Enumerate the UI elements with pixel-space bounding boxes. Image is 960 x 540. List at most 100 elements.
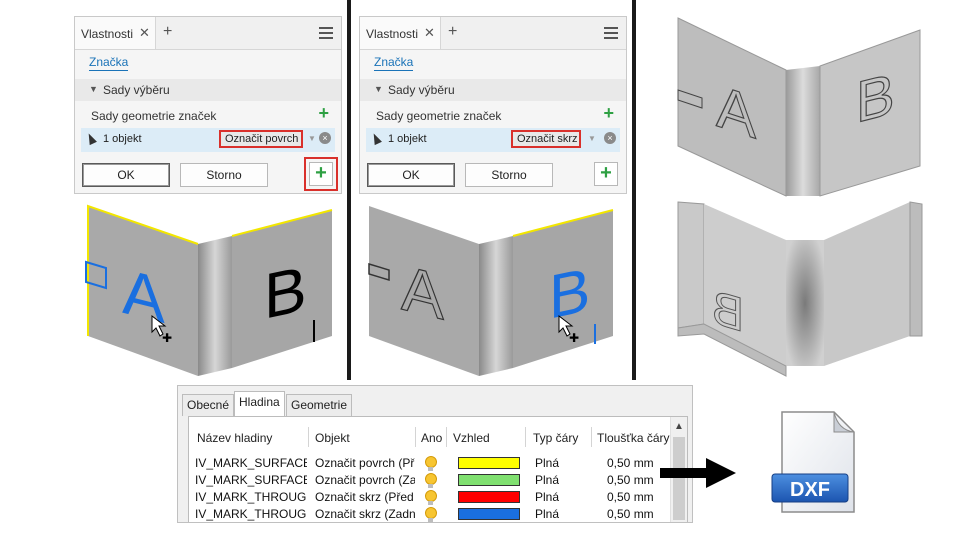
mark-link[interactable]: Značka bbox=[89, 55, 129, 71]
close-icon[interactable]: ✕ bbox=[139, 25, 150, 41]
selection-row[interactable]: 1 objekt Označit skrz ▼ × bbox=[366, 128, 620, 152]
add-tab-icon[interactable]: + bbox=[163, 23, 172, 41]
tab-geometry[interactable]: Geometrie bbox=[286, 394, 353, 416]
layer-linetype: Plná bbox=[535, 473, 560, 487]
add-cursor-icon: ✚ bbox=[162, 331, 172, 345]
mark-letter-b: B bbox=[712, 281, 744, 343]
add-cursor-icon: ✚ bbox=[569, 331, 579, 345]
collapse-arrow-icon[interactable]: ▼ bbox=[374, 84, 383, 94]
right-edge bbox=[909, 201, 923, 337]
bend-surface bbox=[479, 236, 513, 376]
collapse-arrow-icon[interactable]: ▼ bbox=[89, 84, 98, 94]
ok-button[interactable]: OK bbox=[82, 163, 170, 187]
layer-name: IV_MARK_THROUGH_ bbox=[195, 507, 307, 521]
layer-object: Označit skrz (Zadn bbox=[315, 507, 415, 521]
tab-layer[interactable]: Hladina bbox=[234, 391, 285, 417]
mark-type-dropdown[interactable]: Označit skrz bbox=[511, 130, 581, 148]
mark-type-dropdown[interactable]: Označit povrch bbox=[219, 130, 303, 148]
column-header-linetype[interactable]: Typ čáry bbox=[533, 431, 578, 445]
dxf-file-icon: DXF bbox=[771, 411, 855, 513]
column-header-object[interactable]: Objekt bbox=[315, 431, 350, 445]
mark-link[interactable]: Značka bbox=[374, 55, 414, 71]
column-header-layer-name[interactable]: Název hladiny bbox=[197, 431, 272, 445]
add-set-icon[interactable]: + bbox=[603, 103, 614, 124]
object-count: 1 objekt bbox=[103, 133, 142, 145]
column-separator bbox=[591, 427, 592, 447]
close-icon[interactable]: ✕ bbox=[424, 25, 435, 41]
table-row[interactable]: IV_MARK_THROUGH Označit skrz (Před Plná … bbox=[189, 489, 667, 506]
color-swatch[interactable] bbox=[458, 491, 520, 503]
ok-button[interactable]: OK bbox=[367, 163, 455, 187]
layer-name: IV_MARK_THROUGH bbox=[195, 490, 307, 504]
hamburger-menu-icon[interactable] bbox=[604, 27, 618, 39]
layer-dialog: Obecné Hladina Geometrie Název hladiny O… bbox=[177, 385, 693, 523]
column-header-on[interactable]: Ano bbox=[421, 431, 442, 445]
cancel-button[interactable]: Storno bbox=[465, 163, 553, 187]
divider bbox=[347, 0, 351, 380]
column-separator bbox=[446, 427, 447, 447]
column-separator bbox=[415, 427, 416, 447]
add-set-icon[interactable]: + bbox=[318, 103, 329, 124]
layer-thickness: 0,50 mm bbox=[607, 456, 654, 470]
layer-table: Název hladiny Objekt Ano Vzhled Typ čáry… bbox=[188, 416, 688, 522]
selection-row[interactable]: 1 objekt Označit povrch ▼ × bbox=[81, 128, 335, 152]
table-row[interactable]: IV_MARK_SURFACE_ Označit povrch (Za Plná… bbox=[189, 472, 667, 489]
hamburger-menu-icon[interactable] bbox=[319, 27, 333, 39]
result-view-front: A B bbox=[677, 17, 921, 197]
tab-properties[interactable]: Vlastnosti ✕ bbox=[360, 17, 441, 49]
layer-thickness: 0,50 mm bbox=[607, 473, 654, 487]
selection-sets-section[interactable]: ▼ Sady výběru bbox=[75, 79, 341, 101]
chevron-down-icon[interactable]: ▼ bbox=[588, 134, 596, 143]
clear-selection-icon[interactable]: × bbox=[604, 132, 616, 144]
select-cursor-icon bbox=[370, 131, 382, 146]
dxf-label: DXF bbox=[790, 479, 830, 501]
color-swatch[interactable] bbox=[458, 508, 520, 520]
clear-selection-icon[interactable]: × bbox=[319, 132, 331, 144]
model-view-through[interactable]: A B ✚ bbox=[365, 200, 627, 378]
cancel-button[interactable]: Storno bbox=[180, 163, 268, 187]
layer-object: Označit povrch (Př bbox=[315, 456, 415, 470]
object-count: 1 objekt bbox=[388, 133, 427, 145]
divider bbox=[632, 0, 636, 380]
mark-letter-a: A bbox=[401, 251, 444, 334]
layer-linetype: Plná bbox=[535, 507, 560, 521]
tab-properties[interactable]: Vlastnosti ✕ bbox=[75, 17, 156, 49]
dropdown-value: Označit povrch bbox=[225, 133, 299, 145]
column-header-thickness[interactable]: Tloušťka čáry bbox=[597, 431, 670, 445]
select-cursor-icon bbox=[85, 131, 97, 146]
lightbulb-icon[interactable] bbox=[425, 473, 437, 488]
layer-name: IV_MARK_SURFACE_ bbox=[195, 473, 307, 487]
table-row[interactable]: IV_MARK_THROUGH_ Označit skrz (Zadn Plná… bbox=[189, 506, 667, 523]
lightbulb-icon[interactable] bbox=[425, 507, 437, 522]
table-row[interactable]: IV_MARK_SURFACE Označit povrch (Př Plná … bbox=[189, 455, 667, 472]
bend-surface bbox=[198, 236, 232, 376]
add-tab-icon[interactable]: + bbox=[448, 23, 457, 41]
tab-general[interactable]: Obecné bbox=[182, 394, 235, 416]
panel-tabbar: Vlastnosti ✕ + bbox=[75, 17, 341, 50]
color-swatch[interactable] bbox=[458, 457, 520, 469]
selection-sets-section[interactable]: ▼ Sady výběru bbox=[360, 79, 626, 101]
lightbulb-icon[interactable] bbox=[425, 490, 437, 505]
layer-name: IV_MARK_SURFACE bbox=[195, 456, 307, 470]
properties-panel-surface: Vlastnosti ✕ + Značka ▼ Sady výběru Sady… bbox=[74, 16, 342, 194]
add-mark-button[interactable]: + bbox=[309, 162, 333, 186]
mark-letter-b: B bbox=[856, 62, 895, 136]
add-mark-button[interactable]: + bbox=[594, 162, 618, 186]
mark-geometry-sets-label: Sady geometrie značek bbox=[376, 109, 502, 123]
chevron-down-icon[interactable]: ▼ bbox=[308, 134, 316, 143]
layer-object: Označit povrch (Za bbox=[315, 473, 415, 487]
layer-thickness: 0,50 mm bbox=[607, 490, 654, 504]
mark-geometry-sets-label: Sady geometrie značek bbox=[91, 109, 217, 123]
column-header-appearance[interactable]: Vzhled bbox=[453, 431, 490, 445]
column-separator bbox=[308, 427, 309, 447]
color-swatch[interactable] bbox=[458, 474, 520, 486]
scroll-up-icon[interactable]: ▲ bbox=[674, 421, 684, 432]
lightbulb-icon[interactable] bbox=[425, 456, 437, 471]
model-view-surface[interactable]: A B ✚ bbox=[80, 200, 342, 378]
layer-thickness: 0,50 mm bbox=[607, 507, 654, 521]
layer-object: Označit skrz (Před bbox=[315, 490, 414, 504]
tab-label: Vlastnosti bbox=[81, 27, 134, 41]
section-title: Sady výběru bbox=[388, 83, 455, 97]
panel-tabbar: Vlastnosti ✕ + bbox=[360, 17, 626, 50]
mark-letter-b: B bbox=[264, 251, 307, 332]
